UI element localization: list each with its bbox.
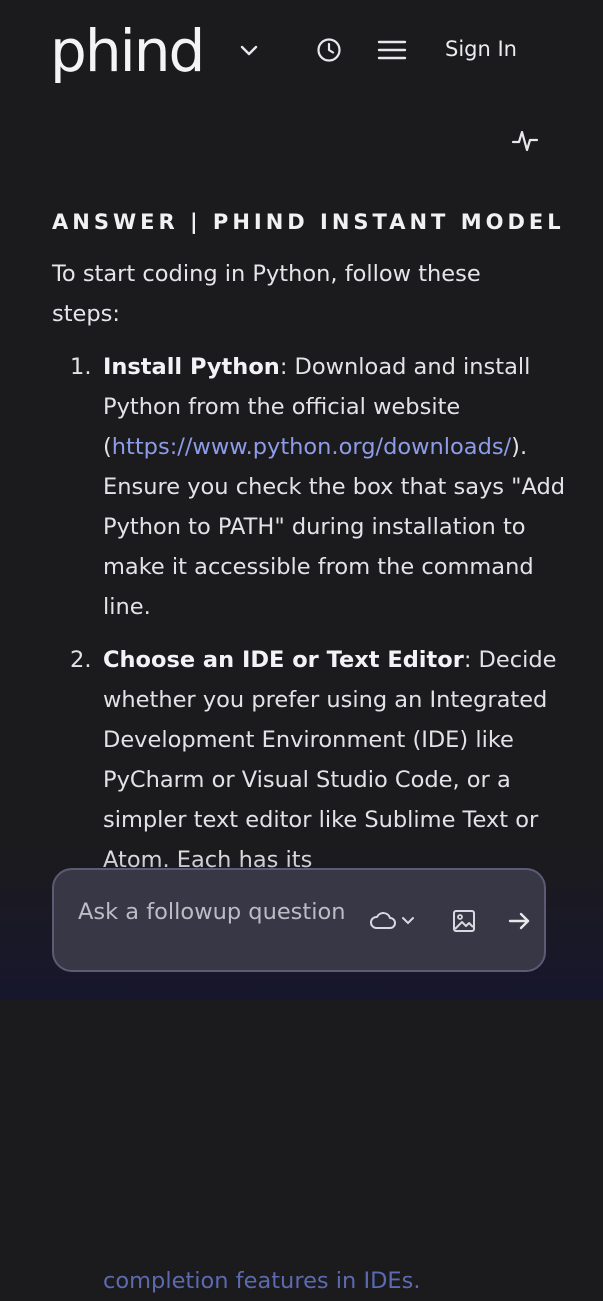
answer-heading: ANSWER | PHIND INSTANT MODEL: [52, 210, 565, 234]
step-title: Choose an IDE or Text Editor: [103, 647, 464, 673]
followup-box: [52, 868, 546, 972]
sign-in-button[interactable]: Sign In: [445, 34, 517, 64]
step-text: : Decide whether you prefer using an Int…: [103, 647, 557, 873]
answer-steps-list: 1. Install Python: Download and install …: [52, 347, 572, 1294]
step-number: 1.: [70, 354, 92, 380]
step-text: ). Ensure you check the box that says "A…: [103, 434, 566, 620]
chevron-down-icon[interactable]: [238, 42, 260, 58]
python-downloads-link[interactable]: https://www.python.org/downloads/: [112, 434, 511, 460]
chevron-down-icon: [402, 917, 414, 924]
step-text-continued: completion features in IDEs.: [103, 1268, 421, 1294]
cloud-icon: [370, 912, 396, 929]
step-title: Install Python: [103, 354, 280, 380]
list-item: 1. Install Python: Download and install …: [52, 347, 572, 627]
step-number: 2.: [70, 647, 92, 673]
top-bar: phind Sign In: [0, 0, 603, 100]
image-icon[interactable]: [450, 907, 478, 935]
answer-intro: To start coding in Python, follow these …: [52, 261, 481, 327]
followup-input[interactable]: [78, 892, 348, 972]
model-selector-button[interactable]: [368, 906, 420, 936]
arrow-right-icon[interactable]: [505, 907, 533, 935]
phind-logo[interactable]: phind: [50, 16, 205, 86]
hamburger-menu-icon[interactable]: [376, 36, 408, 64]
list-item: 2. Choose an IDE or Text Editor: Decide …: [52, 640, 572, 1294]
clock-icon[interactable]: [314, 35, 344, 65]
activity-pulse-icon[interactable]: [511, 127, 539, 155]
